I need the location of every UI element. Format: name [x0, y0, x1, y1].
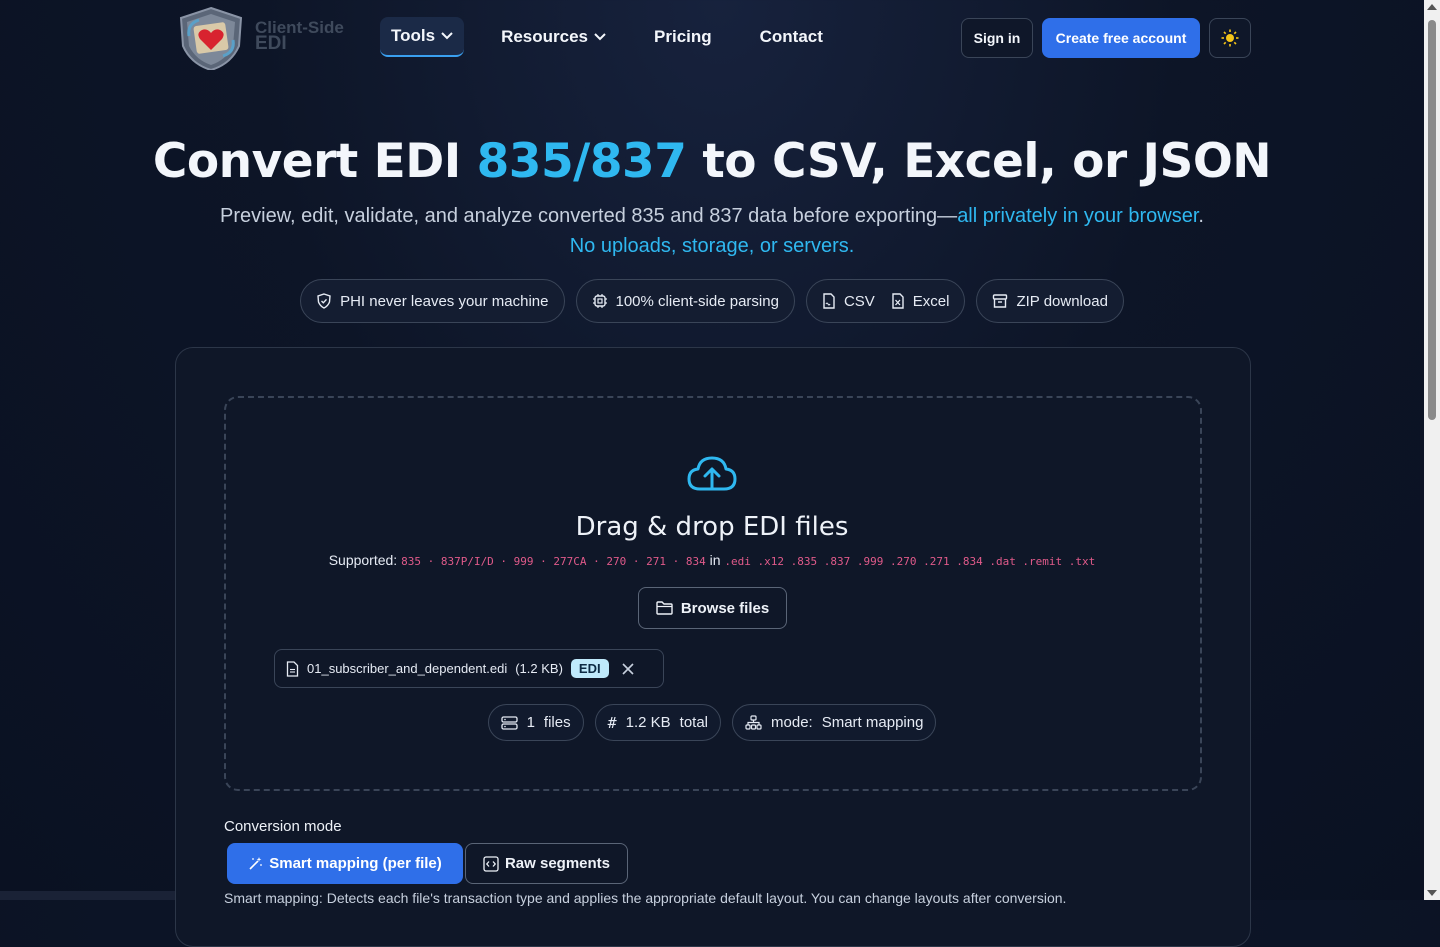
browse-files-label: Browse files — [680, 599, 770, 617]
raw-segments-button[interactable]: Raw segments — [465, 843, 628, 884]
nav-tools-label: Tools — [391, 26, 436, 45]
top-navbar: Client-Side EDI Tools Resources Pricing … — [0, 0, 1424, 76]
badge-zip: ZIP download — [976, 279, 1124, 323]
files-label: files — [543, 714, 571, 731]
summary-stats: 1 files # 1.2 KB total mode: Smart mappi… — [0, 704, 1424, 741]
total-label: total — [679, 714, 709, 731]
conversion-mode-label: Conversion mode — [224, 818, 342, 835]
hierarchy-icon — [745, 715, 762, 730]
subtitle-accent: all privately in your browser — [957, 205, 1199, 227]
create-account-button[interactable]: Create free account — [1042, 18, 1200, 58]
supported-in: in — [709, 552, 721, 568]
nav-resources-label: Resources — [501, 27, 589, 46]
badge-excel-label: Excel — [912, 292, 950, 310]
file-name: 01_subscriber_and_dependent.edi — [307, 661, 508, 676]
file-icon — [286, 660, 299, 677]
files-count: 1 — [526, 714, 535, 731]
scroll-thumb[interactable] — [1428, 20, 1436, 420]
stat-files: 1 files — [487, 704, 584, 741]
file-chip: 01_subscriber_and_dependent.edi (1.2 KB)… — [274, 649, 664, 688]
file-excel-icon — [892, 293, 904, 309]
brand-name[interactable]: Client-Side EDI — [255, 19, 344, 54]
scroll-down-icon[interactable] — [1427, 890, 1437, 896]
scroll-up-icon[interactable] — [1427, 4, 1437, 10]
badge-client-side-label: 100% client-side parsing — [615, 292, 779, 310]
magic-wand-icon — [249, 857, 263, 870]
smart-mapping-label: Smart mapping (per file) — [269, 855, 442, 872]
supported-label: Supported: — [328, 552, 398, 568]
badge-phi-label: PHI never leaves your machine — [340, 292, 549, 310]
close-icon[interactable] — [621, 662, 635, 676]
cpu-icon — [592, 294, 607, 308]
badge-phi: PHI never leaves your machine — [300, 279, 565, 323]
shield-check-icon — [317, 293, 331, 309]
folder-icon — [656, 601, 673, 615]
vertical-scrollbar[interactable] — [1424, 0, 1440, 900]
file-type-badge: EDI — [570, 659, 609, 678]
brand-line2: EDI — [255, 33, 287, 54]
theme-toggle-button[interactable] — [1209, 18, 1251, 58]
badge-csv-label: CSV — [843, 292, 875, 310]
title-post: to CSV, Excel, or JSON — [686, 134, 1272, 189]
nav-links: Tools Resources Pricing Contact — [380, 17, 860, 57]
nav-resources[interactable]: Resources — [490, 17, 617, 57]
chevron-down-icon — [594, 33, 606, 41]
file-size: (1.2 KB) — [515, 661, 563, 676]
smart-mapping-button[interactable]: Smart mapping (per file) — [227, 843, 463, 884]
logo-icon[interactable] — [175, 6, 247, 72]
subtitle-line2: No uploads, storage, or servers. — [569, 235, 855, 257]
badge-client-side: 100% client-side parsing — [575, 279, 795, 323]
supported-extensions: .edi .x12 .835 .837 .999 .270 .271 .834 … — [724, 555, 1096, 568]
total-size: 1.2 KB — [625, 714, 671, 731]
nav-contact[interactable]: Contact — [749, 17, 834, 57]
feature-badges: PHI never leaves your machine 100% clien… — [0, 279, 1424, 323]
conversion-description: Smart mapping: Detects each file's trans… — [224, 890, 1067, 906]
hash-icon: # — [607, 713, 617, 732]
nav-pricing[interactable]: Pricing — [643, 17, 723, 57]
sidebar-edge — [0, 891, 175, 900]
sign-in-button[interactable]: Sign in — [961, 18, 1033, 58]
title-pre: Convert EDI — [152, 134, 477, 189]
badge-formats: CSV Excel — [805, 279, 966, 323]
sun-icon — [1221, 29, 1239, 47]
browse-files-button[interactable]: Browse files — [638, 587, 787, 629]
subtitle-plain: Preview, edit, validate, and analyze con… — [220, 205, 958, 227]
badge-zip-label: ZIP download — [1016, 292, 1108, 310]
stat-mode: mode: Smart mapping — [732, 704, 937, 741]
page-title: Convert EDI 835/837 to CSV, Excel, or JS… — [0, 134, 1424, 189]
mode-label: mode: — [771, 714, 813, 731]
dropzone-title: Drag & drop EDI files — [575, 512, 849, 542]
archive-icon — [993, 294, 1008, 308]
mode-value: Smart mapping — [821, 714, 924, 731]
stat-total-size: # 1.2 KB total — [594, 704, 722, 741]
server-icon — [500, 715, 518, 730]
raw-segments-label: Raw segments — [504, 855, 611, 872]
file-csv-icon — [823, 293, 835, 309]
title-accent: 835/837 — [476, 134, 687, 189]
supported-formats: Supported: 835 · 837P/I/D · 999 · 277CA … — [0, 552, 1424, 568]
nav-pricing-label: Pricing — [654, 27, 712, 46]
page-subtitle: Preview, edit, validate, and analyze con… — [0, 201, 1424, 261]
nav-contact-label: Contact — [759, 27, 823, 46]
cloud-upload-icon — [687, 456, 737, 491]
subtitle-period: . — [1198, 205, 1204, 227]
code-icon — [483, 855, 499, 872]
supported-types: 835 · 837P/I/D · 999 · 277CA · 270 · 271… — [401, 555, 706, 568]
chevron-down-icon — [441, 32, 453, 40]
nav-tools[interactable]: Tools — [380, 17, 465, 57]
